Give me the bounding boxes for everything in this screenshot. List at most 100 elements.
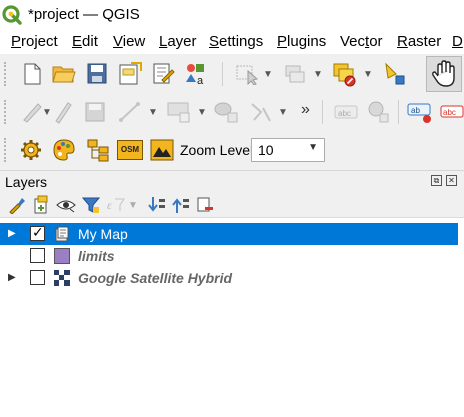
hand-pan-icon — [432, 60, 455, 87]
expand-arrow-icon[interactable]: ▶ — [8, 228, 16, 239]
layer-row[interactable]: ▶ My Map — [0, 223, 458, 245]
layers-tree[interactable]: ▶ My Map limits ▶ Google Satellite Hybri… — [0, 217, 464, 417]
deselect-features-icon[interactable] — [284, 63, 306, 85]
new-project-icon[interactable] — [22, 63, 42, 85]
layer-row[interactable]: limits — [0, 245, 458, 267]
menu-raster[interactable]: Raster — [397, 33, 441, 50]
menu-mnemonic: V — [113, 33, 123, 50]
expand-arrow-icon[interactable]: ▶ — [8, 272, 16, 283]
float-panel-icon[interactable]: ⧉ — [431, 175, 442, 186]
title-bar: *project — QGIS — [0, 0, 464, 32]
add-feature-dropdown-arrow-icon[interactable]: ▼ — [148, 107, 158, 118]
plugins-toolbar: OSM Zoom Level: 10 ▼ — [0, 130, 464, 171]
chevron-down-icon: ▼ — [308, 142, 318, 153]
qgis-logo-icon — [2, 5, 22, 25]
hierarchy-icon[interactable] — [86, 138, 110, 162]
osm-button[interactable]: OSM — [117, 140, 143, 160]
remove-label-icon[interactable]: abc — [440, 100, 464, 124]
menu-view[interactable]: View — [113, 33, 145, 50]
vertex-tool-dropdown-arrow-icon[interactable]: ▼ — [278, 107, 288, 118]
attribute-table-dropdown-arrow-icon[interactable]: ▼ — [363, 69, 373, 80]
svg-text:ab: ab — [411, 106, 420, 115]
add-line-feature-icon[interactable] — [118, 100, 142, 124]
layer-visibility-checkbox[interactable] — [30, 270, 45, 285]
menu-layer[interactable]: Layer — [159, 33, 197, 50]
vertex-tool-icon[interactable] — [249, 100, 273, 124]
menu-label: aster — [407, 33, 442, 50]
manage-map-themes-icon[interactable] — [56, 197, 76, 213]
select-features-icon[interactable] — [236, 63, 258, 85]
raster-layer-icon — [54, 270, 70, 286]
menu-mnemonic: P — [277, 33, 288, 50]
palette-icon[interactable] — [52, 138, 76, 162]
layer-row[interactable]: ▶ Google Satellite Hybrid — [0, 267, 458, 289]
layer-name: My Map — [78, 226, 128, 242]
osm-button-label: OSM — [120, 145, 140, 154]
save-project-icon[interactable] — [87, 63, 107, 84]
layer-name: Google Satellite Hybrid — [78, 270, 233, 286]
menu-mnemonic: P — [11, 33, 22, 50]
modify-attributes-icon[interactable] — [213, 100, 239, 124]
toolbar-grip[interactable] — [4, 62, 9, 86]
add-record-icon[interactable] — [166, 100, 192, 124]
save-layer-edits-icon[interactable] — [84, 101, 106, 123]
menu-pre: Vec — [340, 33, 366, 50]
tile-layer-icon[interactable] — [150, 139, 174, 161]
menu-label: ayer — [167, 33, 197, 50]
menu-edit[interactable]: Edit — [72, 33, 98, 50]
label-pin-icon[interactable] — [366, 100, 390, 124]
new-print-layout-icon[interactable] — [118, 62, 142, 86]
add-group-icon[interactable] — [32, 195, 50, 215]
open-layer-styling-icon[interactable] — [8, 196, 26, 214]
pan-map-button[interactable] — [426, 56, 462, 92]
open-attribute-table-icon[interactable] — [332, 62, 358, 88]
identify-features-icon[interactable] — [382, 62, 406, 86]
add-record-dropdown-arrow-icon[interactable]: ▼ — [197, 107, 207, 118]
collapse-all-icon[interactable] — [172, 196, 190, 214]
toolbar-separator — [322, 100, 323, 124]
zoom-level-select[interactable]: 10 ▼ — [251, 138, 325, 162]
layers-panel-toolbar: ε ▼ — [0, 193, 464, 217]
filter-dropdown-arrow-icon[interactable]: ▼ — [128, 200, 138, 211]
polygon-symbol-icon — [54, 248, 70, 264]
filter-by-expression-icon[interactable]: ε — [106, 196, 126, 214]
menu-project[interactable]: Project — [11, 33, 58, 50]
toolbar-grip[interactable] — [4, 138, 9, 162]
current-edits-dropdown-arrow-icon[interactable]: ▼ — [42, 107, 52, 118]
layer-visibility-checkbox[interactable] — [30, 248, 45, 263]
menu-vector[interactable]: Vector — [340, 33, 383, 50]
menu-database[interactable]: D — [452, 33, 463, 50]
current-edits-icon[interactable] — [20, 100, 44, 124]
filter-legend-icon[interactable] — [82, 196, 100, 214]
select-dropdown-arrow-icon[interactable]: ▼ — [263, 69, 273, 80]
style-manager-icon[interactable]: a — [184, 62, 208, 86]
layer-labeling-options-icon[interactable]: abc — [334, 103, 358, 121]
svg-text:ε: ε — [107, 198, 112, 212]
zoom-level-label: Zoom Level: — [180, 142, 258, 158]
toolbar-separator — [398, 100, 399, 124]
menu-label: dit — [82, 33, 98, 50]
layer-visibility-checkbox[interactable] — [30, 224, 45, 241]
menu-mnemonic: R — [397, 33, 408, 50]
menu-plugins[interactable]: Plugins — [277, 33, 326, 50]
menu-mnemonic: S — [209, 33, 220, 50]
toggle-editing-icon[interactable] — [53, 100, 73, 124]
deselect-dropdown-arrow-icon[interactable]: ▼ — [313, 69, 323, 80]
layers-panel-title: Layers — [5, 174, 48, 190]
highlight-pinned-labels-icon[interactable]: ab — [407, 100, 433, 124]
digitizing-toolbar: ▼ ▼ ▼ ▼ » abc ab abc — [0, 94, 464, 130]
menu-settings[interactable]: Settings — [209, 33, 263, 50]
close-panel-icon[interactable]: ✕ — [446, 175, 457, 186]
expand-all-icon[interactable] — [148, 196, 166, 214]
toolbar-grip[interactable] — [4, 100, 9, 124]
open-project-icon[interactable] — [52, 64, 76, 84]
settings-gear-icon[interactable] — [20, 139, 42, 161]
show-layout-manager-icon[interactable] — [152, 62, 176, 86]
remove-layer-icon[interactable] — [196, 196, 214, 214]
menu-label: ettings — [219, 33, 264, 50]
svg-text:abc: abc — [443, 108, 456, 117]
menu-label: iew — [122, 33, 146, 50]
project-toolbar: a ▼ ▼ ▼ — [0, 54, 464, 94]
toolbar-overflow-icon[interactable]: » — [301, 101, 310, 119]
menu-label: roject — [21, 33, 58, 50]
